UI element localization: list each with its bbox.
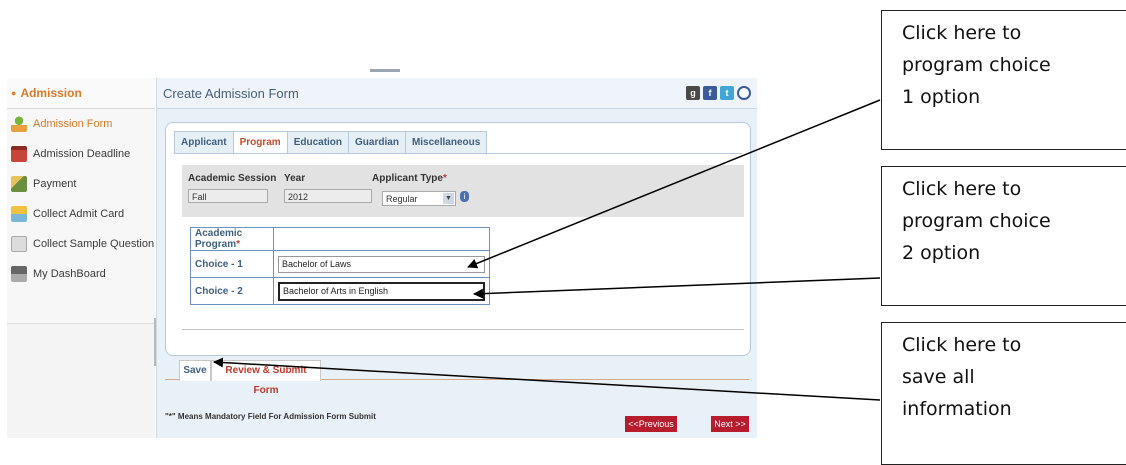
- arrow-save: [213, 357, 881, 401]
- arrow-choice1: [467, 99, 881, 269]
- callout-arrows: [213, 99, 881, 401]
- arrow-choice2: [473, 277, 881, 299]
